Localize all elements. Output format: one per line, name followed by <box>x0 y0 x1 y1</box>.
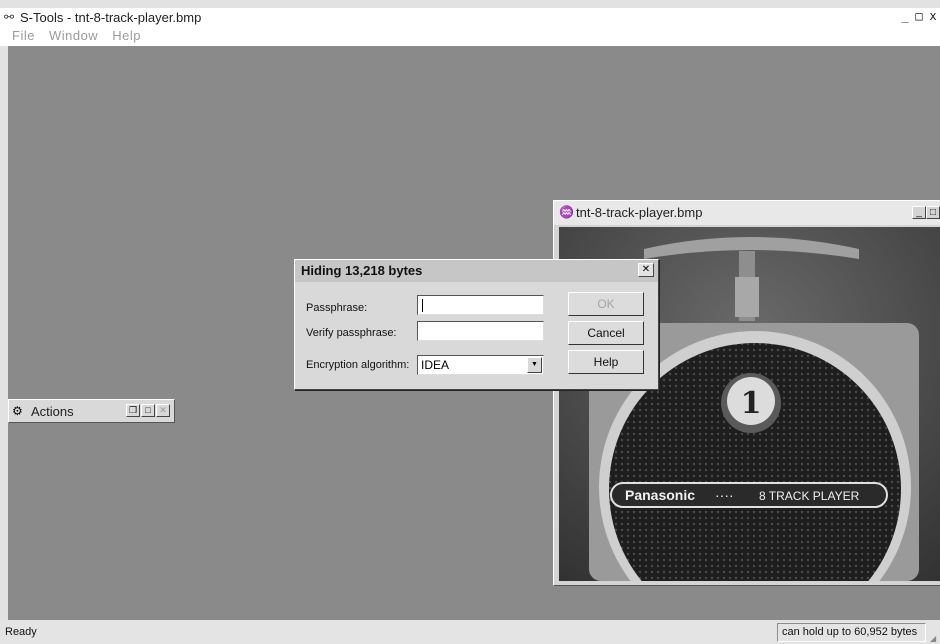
minimize-button[interactable]: _ <box>898 9 912 23</box>
menu-window[interactable]: Window <box>49 27 98 46</box>
dialog-title-bar[interactable]: Hiding 13,218 bytes ✕ <box>295 260 658 282</box>
image-window-title: tnt-8-track-player.bmp <box>576 205 703 220</box>
sound-waves-icon: ♒ <box>559 205 574 219</box>
capacity-status: can hold up to 60,952 bytes <box>777 623 926 642</box>
s-tools-app-window: ⚯ S-Tools - tnt-8-track-player.bmp _ □ x… <box>0 0 940 644</box>
verify-passphrase-field[interactable] <box>417 321 544 341</box>
menu-help[interactable]: Help <box>112 27 141 46</box>
dialog-title: Hiding 13,218 bytes <box>301 263 423 278</box>
app-title-bar[interactable]: ⚯ S-Tools - tnt-8-track-player.bmp _ □ x <box>0 8 940 28</box>
help-button[interactable]: Help <box>568 350 644 374</box>
resize-grip-icon[interactable]: ◢ <box>930 634 938 643</box>
hiding-dialog[interactable]: Hiding 13,218 bytes ✕ Passphrase: Verify… <box>294 259 659 390</box>
status-bar: Ready can hold up to 60,952 bytes ◢ <box>0 621 940 644</box>
brand-label: Panasonic <box>625 487 695 503</box>
image-window[interactable]: ♒ tnt-8-track-player.bmp _ □ 1 Panasonic… <box>553 200 940 586</box>
cancel-button[interactable]: Cancel <box>568 321 644 345</box>
image-window-title-bar[interactable]: ♒ tnt-8-track-player.bmp _ □ <box>554 201 940 225</box>
actions-window-title: Actions <box>31 404 74 419</box>
actions-window-controls: ❐ □ ✕ <box>126 404 170 417</box>
minimize-button[interactable]: _ <box>912 206 926 219</box>
menu-bar: File Window Help <box>0 27 940 46</box>
verify-passphrase-label: Verify passphrase: <box>306 327 397 339</box>
passphrase-label: Passphrase: <box>306 302 368 314</box>
dialog-close-button[interactable]: ✕ <box>638 263 654 277</box>
actions-window[interactable]: ⚙ Actions ❐ □ ✕ <box>8 399 175 423</box>
restore-button[interactable]: ❐ <box>126 404 140 417</box>
status-text: Ready <box>5 626 37 638</box>
close-button[interactable]: x <box>926 9 940 23</box>
encryption-algorithm-value: IDEA <box>421 358 450 372</box>
menu-file[interactable]: File <box>12 27 35 46</box>
app-title: S-Tools - tnt-8-track-player.bmp <box>20 10 202 25</box>
brand-dots: ···· <box>715 487 734 503</box>
text-cursor <box>422 299 423 312</box>
maximize-button[interactable]: □ <box>912 9 926 23</box>
maximize-button[interactable]: □ <box>141 404 155 417</box>
stools-app-icon[interactable]: ⚯ <box>4 10 14 24</box>
maximize-button[interactable]: □ <box>926 206 940 219</box>
window-controls: _ □ x <box>898 9 940 23</box>
gears-icon: ⚙ <box>12 404 23 418</box>
close-button[interactable]: ✕ <box>156 404 170 417</box>
ok-button[interactable]: OK <box>568 292 644 316</box>
chevron-down-icon[interactable]: ▼ <box>527 357 542 373</box>
badge-number: 1 <box>741 386 762 421</box>
product-label: 8 TRACK PLAYER <box>759 489 860 503</box>
image-window-controls: _ □ <box>912 206 940 219</box>
passphrase-field[interactable] <box>417 295 544 315</box>
encryption-algorithm-label: Encryption algorithm: <box>306 359 410 371</box>
encryption-algorithm-select[interactable]: IDEA ▼ <box>417 355 544 375</box>
